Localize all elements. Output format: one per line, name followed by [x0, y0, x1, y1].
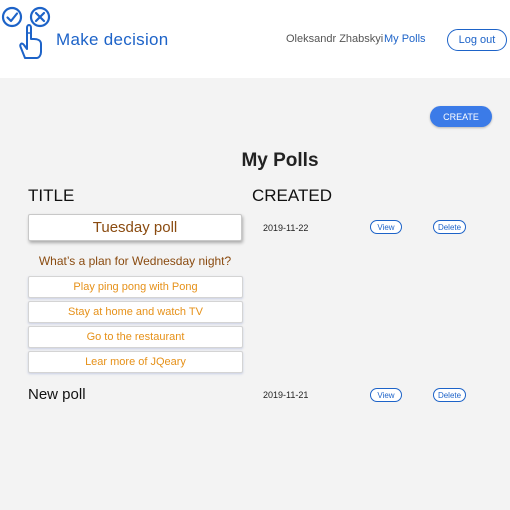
delete-button[interactable]: Delete — [433, 388, 466, 402]
poll-option[interactable]: Lear more of JQeary — [28, 351, 243, 373]
poll-title-button[interactable]: Tuesday poll — [28, 214, 242, 241]
delete-button[interactable]: Delete — [433, 220, 466, 234]
user-name: Oleksandr Zhabskyi — [286, 33, 384, 45]
column-header-created: CREATED — [252, 186, 332, 205]
poll-option[interactable]: Play ping pong with Pong — [28, 276, 243, 298]
page-title: My Polls — [241, 150, 319, 171]
nav-my-polls-link[interactable]: My Polls — [384, 33, 426, 45]
view-button[interactable]: View — [370, 388, 402, 402]
brand-name: Make decision — [56, 30, 169, 49]
logo-icon — [1, 6, 51, 59]
poll-created-date: 2019-11-21 — [263, 390, 309, 400]
top-header: Make decision Oleksandr Zhabskyi My Poll… — [0, 0, 510, 78]
logout-button[interactable]: Log out — [447, 29, 507, 51]
poll-option[interactable]: Go to the restaurant — [28, 326, 243, 348]
poll-option[interactable]: Stay at home and watch TV — [28, 301, 243, 323]
poll-title[interactable]: New poll — [28, 386, 86, 403]
column-header-title: TITLE — [28, 186, 75, 205]
create-button[interactable]: CREATE — [430, 106, 492, 127]
view-button[interactable]: View — [370, 220, 402, 234]
poll-question: What’s a plan for Wednesday night? — [38, 254, 232, 268]
poll-created-date: 2019-11-22 — [263, 223, 309, 233]
